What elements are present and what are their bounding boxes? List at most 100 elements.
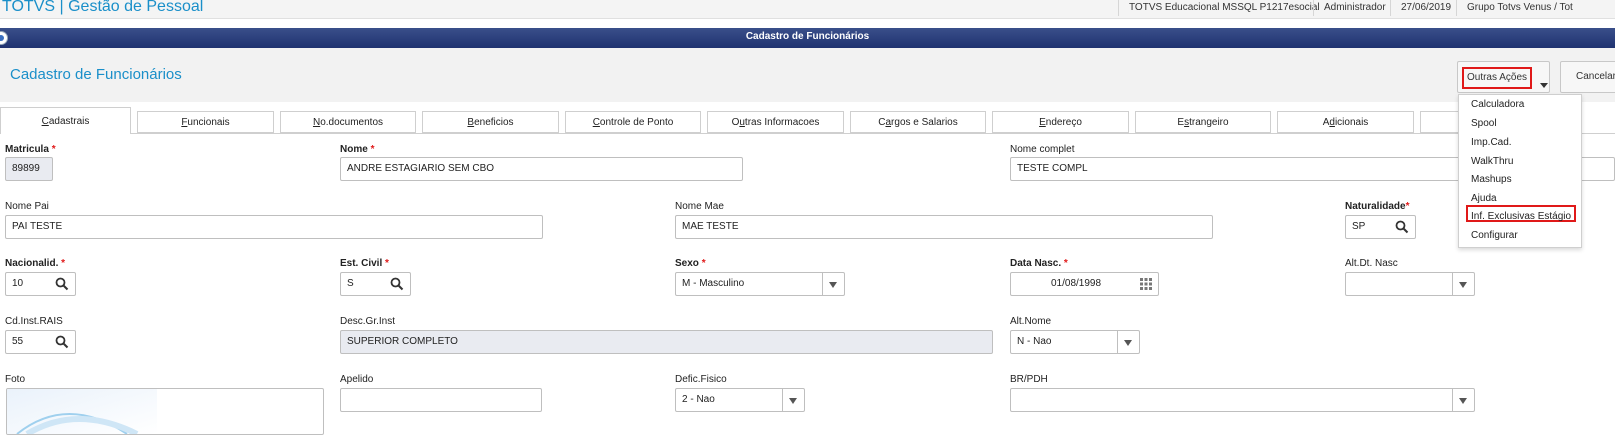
tab-adicionais[interactable]: Adicionais xyxy=(1277,111,1414,133)
tab-label-mnemonic: C xyxy=(592,117,600,128)
nome-label: Nome * xyxy=(340,144,374,155)
tab-cargos-e-salarios[interactable]: Cargos e Salarios xyxy=(850,111,986,133)
required-mark: * xyxy=(385,258,389,269)
required-mark: * xyxy=(1405,201,1410,212)
label-text: Nacionalid. xyxy=(5,258,59,269)
chevron-down-icon xyxy=(1540,83,1548,88)
page-title: Cadastro de Funcionários xyxy=(10,66,182,83)
cd-inst-rais-field[interactable]: 55 xyxy=(5,330,76,354)
menu-item-mashups[interactable]: Mashups xyxy=(1471,174,1512,185)
apelido-label: Apelido xyxy=(340,374,374,385)
nome-mae-label: Nome Mae xyxy=(675,201,724,212)
required-mark: * xyxy=(701,258,706,269)
outras-acoes-label: Outras Ações xyxy=(1462,67,1532,89)
tab-label-post: eneficios xyxy=(474,117,514,128)
tab-beneficios[interactable]: Beneficios xyxy=(422,111,559,133)
nacionalid-value: 10 xyxy=(12,278,24,289)
menu-item-spool[interactable]: Spool xyxy=(1471,118,1497,129)
chevron-down-icon[interactable] xyxy=(1117,331,1139,353)
est-civil-label: Est. Civil * xyxy=(340,258,389,269)
menu-item-imp-cad[interactable]: Imp.Cad. xyxy=(1471,137,1512,148)
search-icon[interactable] xyxy=(55,277,69,291)
nome-pai-label: Nome Pai xyxy=(5,201,49,212)
desc-gr-inst-field[interactable]: SUPERIOR COMPLETO xyxy=(340,330,993,354)
sexo-select[interactable]: M - Masculino xyxy=(675,272,845,296)
tab-estrangeiro[interactable]: Estrangeiro xyxy=(1135,111,1271,133)
nome-mae-field[interactable]: MAE TESTE xyxy=(675,215,1213,239)
tab-no-documentos[interactable]: No.documentos xyxy=(280,111,416,133)
status-company: Grupo Totvs Venus / Tot xyxy=(1456,0,1573,16)
alt-dt-nasc-select[interactable] xyxy=(1345,272,1475,296)
tab-label-post: tras Informacoes xyxy=(744,117,820,128)
foto-label: Foto xyxy=(5,374,26,385)
defic-fisico-label: Defic.Fisico xyxy=(675,374,727,385)
nacionalid-field[interactable]: 10 xyxy=(5,272,76,296)
defic-fisico-value: 2 - Nao xyxy=(682,394,715,405)
data-nasc-label: Data Nasc. * xyxy=(1010,258,1068,269)
tab-funcionais[interactable]: Funcionais xyxy=(137,111,274,133)
alt-nome-label: Alt.Nome xyxy=(1010,316,1052,327)
chevron-down-icon[interactable] xyxy=(822,273,844,295)
alt-nome-value: N - Nao xyxy=(1017,336,1052,347)
nome-field[interactable]: ANDRE ESTAGIARIO SEM CBO xyxy=(340,157,743,181)
data-nasc-field[interactable]: 01/08/1998 xyxy=(1010,272,1159,296)
required-mark: * xyxy=(51,144,56,155)
tab-endereco[interactable]: Endereço xyxy=(992,111,1129,133)
menu-item-configurar[interactable]: Configurar xyxy=(1471,230,1518,241)
naturalidade-field[interactable]: SP xyxy=(1345,215,1416,239)
search-icon[interactable] xyxy=(390,277,404,291)
outras-acoes-button[interactable]: Outras Ações xyxy=(1457,61,1550,93)
tab-outras-informacoes[interactable]: Outras Informacoes xyxy=(707,111,844,133)
tab-label-mnemonic: E xyxy=(1039,117,1046,128)
est-civil-value: S xyxy=(347,278,354,289)
cd-inst-rais-label: Cd.Inst.RAIS xyxy=(5,316,63,327)
chevron-down-icon[interactable] xyxy=(1452,273,1474,295)
tab-cadastrais[interactable]: Cadastrais xyxy=(0,107,131,134)
data-nasc-value: 01/08/1998 xyxy=(1051,278,1102,289)
nome-pai-field[interactable]: PAI TESTE xyxy=(5,215,543,239)
nacionalid-label: Nacionalid. * xyxy=(5,258,65,269)
cancel-button[interactable]: Cancelar xyxy=(1560,61,1615,93)
status-user: Administrador xyxy=(1313,0,1386,16)
chevron-down-icon[interactable] xyxy=(782,389,804,411)
est-civil-field[interactable]: S xyxy=(340,272,411,296)
menu-item-walkthru[interactable]: WalkThru xyxy=(1471,156,1513,167)
search-icon[interactable] xyxy=(55,335,69,349)
nome-complet-label: Nome complet xyxy=(1010,144,1075,155)
top-bar: TOTVS | Gestão de Pessoal TOTVS Educacio… xyxy=(0,0,1615,19)
menu-item-calculadora[interactable]: Calculadora xyxy=(1471,99,1524,110)
required-mark: * xyxy=(1063,258,1068,269)
tab-label-post: uncionais xyxy=(187,117,230,128)
alt-nome-select[interactable]: N - Nao xyxy=(1010,330,1140,354)
matricula-field[interactable]: 89899 xyxy=(5,157,53,181)
tab-label-post: adastrais xyxy=(48,116,90,127)
sexo-label: Sexo * xyxy=(675,258,706,269)
chevron-down-icon[interactable] xyxy=(1452,389,1474,411)
tab-label-post: icionais xyxy=(1334,117,1369,128)
alt-dt-nasc-label: Alt.Dt. Nasc xyxy=(1345,258,1398,269)
label-text: Data Nasc. xyxy=(1010,258,1062,269)
window-title: Cadastro de Funcionários xyxy=(745,31,870,42)
apelido-field[interactable] xyxy=(340,388,542,412)
tab-controle-de-ponto[interactable]: Controle de Ponto xyxy=(565,111,701,133)
naturalidade-value: SP xyxy=(1352,221,1366,232)
calendar-icon[interactable] xyxy=(1140,278,1152,290)
menu-item-ajuda[interactable]: Ajuda xyxy=(1471,193,1497,204)
tab-label-post: o.documentos xyxy=(320,117,384,128)
status-date: 27/06/2019 xyxy=(1390,0,1451,16)
tab-label-mnemonic: C xyxy=(41,116,49,127)
label-text: Est. Civil xyxy=(340,258,383,269)
label-text: Naturalidade xyxy=(1345,201,1406,212)
outras-acoes-menu: Calculadora Spool Imp.Cad. WalkThru Mash… xyxy=(1458,94,1582,248)
br-pdh-select[interactable] xyxy=(1010,388,1475,412)
foto-field[interactable] xyxy=(6,388,324,435)
window-title-bar: Cadastro de Funcionários xyxy=(0,28,1615,48)
menu-item-inf-exclusivas-estagio[interactable]: Inf. Exclusivas Estágio xyxy=(1471,211,1571,222)
br-pdh-label: BR/PDH xyxy=(1010,374,1048,385)
label-text: Sexo xyxy=(675,258,699,269)
tab-label-post: ontrole de Ponto xyxy=(599,117,674,128)
page-header: Cadastro de Funcionários Outras Ações Ca… xyxy=(0,48,1615,102)
defic-fisico-select[interactable]: 2 - Nao xyxy=(675,388,805,412)
search-icon[interactable] xyxy=(1395,220,1409,234)
label-text: Matricula xyxy=(5,144,49,155)
